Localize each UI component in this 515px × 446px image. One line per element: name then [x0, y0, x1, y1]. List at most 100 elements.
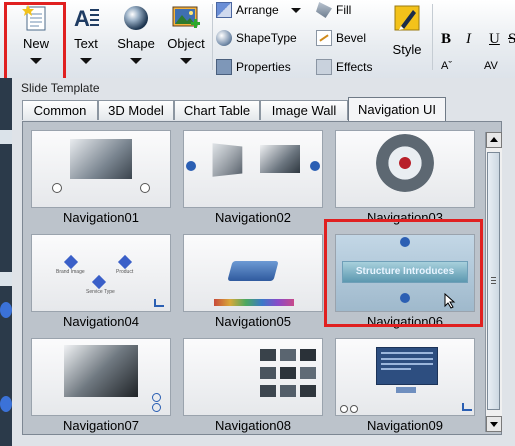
cube-caption: Brand Image [56, 269, 85, 275]
style-button[interactable]: Style [386, 0, 428, 74]
properties-button[interactable]: Properties [216, 57, 291, 77]
template-name: Navigation09 [367, 418, 443, 433]
zoom-out-icon [152, 403, 161, 412]
template-thumbnail [183, 234, 323, 312]
3d-box-icon [227, 261, 279, 281]
properties-label: Properties [236, 60, 291, 74]
text-dropdown-arrow[interactable] [80, 58, 92, 64]
font-size-button[interactable]: Aˇ [441, 60, 452, 72]
template-thumbnail [335, 338, 475, 416]
sphere-icon [124, 6, 148, 30]
scroll-down-button[interactable] [486, 416, 502, 432]
effects-icon [316, 59, 332, 75]
template-thumbnail [335, 130, 475, 208]
char-spacing-button[interactable]: AV [484, 60, 498, 72]
tab-3d-model[interactable]: 3D Model [98, 100, 174, 120]
template-navigation02[interactable]: Navigation02 [183, 130, 333, 228]
selected-template-highlight [324, 219, 483, 327]
cube-icon [117, 254, 133, 270]
object-dropdown-arrow[interactable] [180, 58, 192, 64]
template-name: Navigation01 [63, 210, 139, 225]
cube-caption: Service Type [86, 289, 115, 295]
properties-icon [216, 59, 232, 75]
cube-icon [91, 274, 107, 290]
dialog-title: Slide Template [21, 81, 100, 95]
shapetype-icon [216, 30, 232, 46]
shapetype-label: ShapeType [236, 31, 297, 45]
bevel-icon [316, 30, 332, 46]
cube-icon [63, 254, 79, 270]
object-button[interactable]: Object [162, 0, 210, 74]
template-thumbnail [183, 130, 323, 208]
template-navigation09[interactable]: Navigation09 [335, 338, 485, 434]
template-thumbnail [31, 338, 171, 416]
template-name: Navigation07 [63, 418, 139, 433]
photo-image [64, 345, 138, 397]
tab-image-wall[interactable]: Image Wall [260, 100, 348, 120]
cube-caption: Product [116, 269, 134, 275]
image-tile [280, 385, 296, 397]
ribbon-toolbar: New A Text Shape Object Arrange ShapeTyp… [0, 0, 515, 86]
tab-chart-table[interactable]: Chart Table [174, 100, 260, 120]
image-tile [280, 367, 296, 379]
fill-button[interactable]: Fill [316, 0, 351, 20]
vertical-scrollbar[interactable] [485, 132, 502, 432]
down-arrow-icon [490, 422, 498, 427]
effects-label: Effects [336, 60, 373, 74]
template-thumbnail [31, 130, 171, 208]
style-pen-icon [394, 5, 420, 31]
template-gallery: Navigation01 Navigation02 Navigation03 B… [22, 121, 502, 435]
bold-button[interactable]: B [441, 31, 451, 48]
template-navigation03[interactable]: Navigation03 [335, 130, 485, 228]
template-thumbnail [183, 338, 323, 416]
svg-text:A: A [74, 6, 90, 31]
template-name: Navigation08 [215, 418, 291, 433]
template-navigation04[interactable]: Brand Image Product Service Type Navigat… [31, 234, 181, 332]
italic-button[interactable]: I [466, 31, 471, 48]
strikethrough-button[interactable]: S [508, 31, 515, 48]
background-label [0, 272, 12, 286]
fill-bucket-icon [316, 2, 332, 18]
image-tile [280, 349, 296, 361]
shape-dropdown-arrow[interactable] [130, 58, 142, 64]
image-panel [260, 145, 300, 173]
image-tile [300, 367, 316, 379]
template-navigation07[interactable]: Navigation07 [31, 338, 181, 434]
up-arrow-icon [490, 137, 498, 142]
image-tile [260, 349, 276, 361]
return-icon [154, 299, 164, 307]
prev-icon [52, 183, 62, 193]
template-navigation05[interactable]: Navigation05 [183, 234, 333, 332]
tab-common[interactable]: Common [22, 100, 98, 120]
scroll-thumb[interactable] [487, 152, 500, 410]
template-navigation08[interactable]: Navigation08 [183, 338, 333, 434]
next-icon [140, 183, 150, 193]
slide-template-dialog: Slide Template Common 3D Model Chart Tab… [12, 78, 515, 446]
text-label: Text [74, 36, 98, 51]
color-swatch-bar [214, 299, 294, 306]
prev-icon [340, 405, 348, 413]
fill-label: Fill [336, 3, 352, 17]
left-arrow-icon [186, 161, 196, 171]
scroll-up-button[interactable] [486, 132, 502, 148]
car-image [70, 139, 132, 179]
underline-button[interactable]: U [489, 31, 500, 48]
bevel-button[interactable]: Bevel [316, 28, 366, 48]
background-tab [0, 130, 12, 144]
image-tile [300, 349, 316, 361]
template-navigation01[interactable]: Navigation01 [31, 130, 181, 228]
image-tile [260, 385, 276, 397]
circular-menu-icon [376, 134, 434, 192]
panel-button [396, 387, 416, 393]
arrange-button[interactable]: Arrange [216, 0, 301, 20]
arrange-dropdown-arrow[interactable] [290, 7, 301, 13]
background-button [0, 302, 12, 318]
new-button-highlight [4, 2, 66, 86]
text-button[interactable]: A Text [62, 0, 110, 74]
template-name: Navigation05 [215, 314, 291, 329]
bevel-label: Bevel [336, 31, 367, 45]
tab-navigation-ui[interactable]: Navigation UI [348, 97, 446, 121]
effects-button[interactable]: Effects [316, 57, 372, 77]
shapetype-button[interactable]: ShapeType [216, 28, 297, 48]
shape-button[interactable]: Shape [112, 0, 160, 74]
